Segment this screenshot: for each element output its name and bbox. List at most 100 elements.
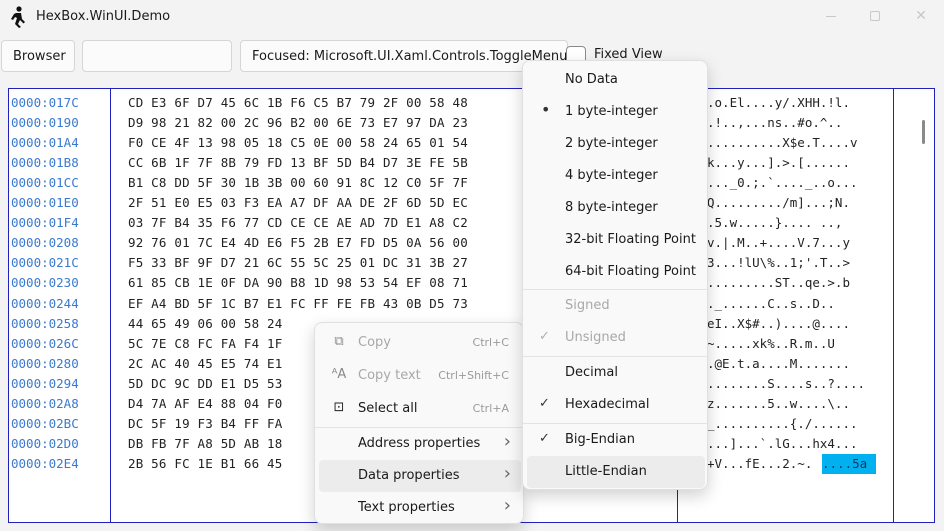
row-bytes[interactable]: 5D DC 9C DD E1 D5 53 [128, 374, 283, 394]
submenu-item-label: 2 byte-integer [565, 136, 658, 151]
row-text[interactable]: ..._0.;.`...._..o... [707, 173, 858, 193]
hex-row[interactable]: 0000:01CC B1 C8 DD 5F 30 1B 3B 00 60 91 8… [9, 173, 934, 193]
submenu-item-little-endian[interactable]: Little-Endian [527, 456, 705, 488]
row-bytes[interactable]: 2B 56 FC 1E B1 66 45 [128, 454, 283, 474]
submenu-item-label: 64-bit Floating Point [565, 264, 696, 279]
row-bytes[interactable]: EF A4 BD 5F 1C B7 E1 FC FF FE FB 43 0B D… [128, 294, 468, 314]
row-address: 0000:0294 [11, 375, 79, 391]
submenu-item-label: 32-bit Floating Point [565, 232, 696, 247]
row-bytes[interactable]: F5 33 BF 9F D7 21 6C 55 5C 25 01 DC 31 3… [128, 253, 468, 273]
submenu-item-8-byte-integer[interactable]: 8 byte-integer [527, 192, 705, 224]
hex-row[interactable]: 0000:0244 EF A4 BD 5F 1C B7 E1 FC FF FE F… [9, 294, 934, 314]
submenu-item-32-bit-floating-point[interactable]: 32-bit Floating Point [527, 224, 705, 256]
browser-button[interactable]: Browser [1, 40, 75, 72]
row-bytes[interactable]: DB FB 7F A8 5D AB 18 [128, 434, 283, 454]
row-bytes[interactable]: D9 98 21 82 00 2C 96 B2 00 6E 73 E7 97 D… [128, 113, 468, 133]
menu-item-shortcut: Ctrl+A [472, 402, 509, 415]
app-icon [11, 6, 25, 28]
row-text[interactable]: 3...!lU\%..1;'.T..> [707, 253, 850, 273]
maximize-button[interactable] [852, 0, 898, 32]
submenu-item-label: Big-Endian [565, 432, 635, 447]
data-properties-submenu: No Data • 1 byte-integer 2 byte-integer 4 by… [522, 60, 708, 490]
row-address: 0000:017C [11, 95, 79, 110]
row-bytes[interactable]: 03 7F B4 35 F6 77 CD CE CE AE AD 7D E1 A… [128, 213, 468, 233]
close-button[interactable]: ✕ [898, 0, 944, 32]
row-bytes[interactable]: 2C AC 40 45 E5 74 E1 [128, 354, 283, 374]
row-text[interactable]: v.|.M..+....V.7...y [707, 233, 850, 253]
row-text[interactable]: eI..X$#..)....@.... [707, 314, 850, 334]
row-address: 0000:02D0 [11, 435, 79, 451]
row-bytes[interactable]: 2F 51 E0 E5 03 F3 EA A7 DF AA DE 2F 6D 5… [128, 193, 468, 213]
checkmark-icon: ✓ [539, 329, 550, 344]
row-text[interactable]: .@E.t.a....M....... [707, 354, 850, 374]
menu-item-copy-text[interactable]: ᴬA Copy text Ctrl+Shift+C [319, 360, 521, 392]
hex-row[interactable]: 0000:021C F5 33 BF 9F D7 21 6C 55 5C 25 0… [9, 253, 934, 273]
row-bytes[interactable]: 92 76 01 7C E4 4D E6 F5 2B E7 FD D5 0A 5… [128, 233, 468, 253]
row-text[interactable]: .o.El....y/.XHH.!l. [707, 93, 850, 113]
close-icon: ✕ [915, 8, 927, 24]
hex-row[interactable]: 0000:0208 92 76 01 7C E4 4D E6 F5 2B E7 F… [9, 233, 934, 253]
submenu-item-signed[interactable]: Signed [527, 290, 705, 322]
row-text[interactable]: z.......5..w....\.. [707, 394, 850, 414]
copy-icon: ⧉ [334, 334, 344, 349]
submenu-item-label: Hexadecimal [565, 397, 650, 412]
row-text[interactable]: k...y...].>.[...... [707, 153, 850, 173]
row-text[interactable]: ...]...`.lG...hx4... [707, 434, 858, 454]
hex-row[interactable]: 0000:01B8 CC 6B 1F 7F 8B 79 FD 13 BF 5D B… [9, 153, 934, 173]
row-text[interactable]: .!..,...ns..#o.^.. [707, 113, 842, 133]
hex-row[interactable]: 0000:01E0 2F 51 E0 E5 03 F3 EA A7 DF AA D… [9, 193, 934, 213]
submenu-item-label: Decimal [565, 365, 619, 380]
row-bytes[interactable]: DC 5F 19 F3 B4 FF FA [128, 414, 283, 434]
menu-item-copy[interactable]: ⧉ Copy Ctrl+C [319, 327, 521, 359]
row-bytes[interactable]: 44 65 49 06 00 58 24 [128, 314, 283, 334]
row-address: 0000:021C [11, 255, 79, 271]
row-address: 0000:0280 [11, 355, 79, 371]
row-address: 0000:026C [11, 335, 79, 351]
hex-row[interactable]: 0000:0190 D9 98 21 82 00 2C 96 B2 00 6E 7… [9, 113, 934, 133]
menu-item-label: Address properties [358, 436, 481, 451]
row-bytes[interactable]: F0 CE 4F 13 98 05 18 C5 0E 00 58 24 65 0… [128, 133, 468, 153]
row-text[interactable]: _..........{./...... [707, 414, 858, 434]
chevron-right-icon: › [503, 463, 511, 484]
toolbar-text-input[interactable] [82, 40, 232, 72]
menu-item-select-all[interactable]: ⊡ Select all Ctrl+A [319, 393, 521, 425]
submenu-item-big-endian[interactable]: ✓ Big-Endian [527, 424, 705, 456]
row-text[interactable]: ~.....xk%..R.m..U [707, 334, 835, 354]
row-text[interactable]: ..........X$e.T....v [707, 133, 858, 153]
row-text[interactable]: .5.w.....}.... .., [707, 213, 842, 233]
hex-row[interactable]: 0000:01F4 03 7F B4 35 F6 77 CD CE CE AE A… [9, 213, 934, 233]
submenu-item-1-byte-integer[interactable]: • 1 byte-integer [527, 96, 705, 128]
submenu-item-4-byte-integer[interactable]: 4 byte-integer [527, 160, 705, 192]
select-all-icon: ⊡ [333, 400, 345, 415]
row-bytes[interactable]: D4 7A AF E4 88 04 F0 [128, 394, 283, 414]
menu-separator [315, 427, 523, 428]
submenu-item-64-bit-floating-point[interactable]: 64-bit Floating Point [527, 256, 705, 288]
row-text[interactable]: ........S....s..?.... [707, 374, 865, 394]
row-text[interactable]: .........ST..qe.>.b [707, 273, 850, 293]
row-text[interactable]: ._......C..s..D.. [707, 294, 835, 314]
minimize-button[interactable] [808, 0, 854, 32]
row-bytes[interactable]: B1 C8 DD 5F 30 1B 3B 00 60 91 8C 12 C0 5… [128, 173, 468, 193]
selected-text[interactable]: ....5a [822, 453, 876, 474]
row-bytes[interactable]: 5C 7E C8 FC FA F4 1F [128, 334, 283, 354]
scrollbar-thumb[interactable] [922, 120, 925, 144]
menu-item-text-properties[interactable]: Text properties › [319, 492, 521, 524]
row-text[interactable]: Q........./m]...;N. [707, 193, 850, 213]
submenu-item-2-byte-integer[interactable]: 2 byte-integer [527, 128, 705, 160]
row-bytes[interactable]: CD E3 6F D7 45 6C 1B F6 C5 B7 79 2F 00 5… [128, 93, 468, 113]
hex-row[interactable]: 0000:017C CD E3 6F D7 45 6C 1B F6 C5 B7 7… [9, 93, 934, 113]
row-text[interactable]: +V...fE...2.~. [707, 454, 812, 474]
menu-item-label: Select all [358, 401, 418, 416]
row-bytes[interactable]: CC 6B 1F 7F 8B 79 FD 13 BF 5D B4 D7 3E F… [128, 153, 468, 173]
menu-item-address-properties[interactable]: Address properties › [319, 428, 521, 460]
hex-row[interactable]: 0000:01A4 F0 CE 4F 13 98 05 18 C5 0E 00 5… [9, 133, 934, 153]
maximize-icon [870, 11, 880, 21]
submenu-item-hexadecimal[interactable]: ✓ Hexadecimal [527, 389, 705, 421]
hex-row[interactable]: 0000:0230 61 85 CB 1E 0F DA 90 B8 1D 98 5… [9, 273, 934, 293]
submenu-item-no-data[interactable]: No Data [527, 64, 705, 96]
submenu-item-unsigned[interactable]: ✓ Unsigned [527, 322, 705, 354]
row-address: 0000:01A4 [11, 135, 79, 151]
menu-item-data-properties[interactable]: Data properties › [319, 460, 521, 492]
submenu-item-decimal[interactable]: Decimal [527, 357, 705, 389]
row-bytes[interactable]: 61 85 CB 1E 0F DA 90 B8 1D 98 53 54 EF 0… [128, 273, 468, 293]
